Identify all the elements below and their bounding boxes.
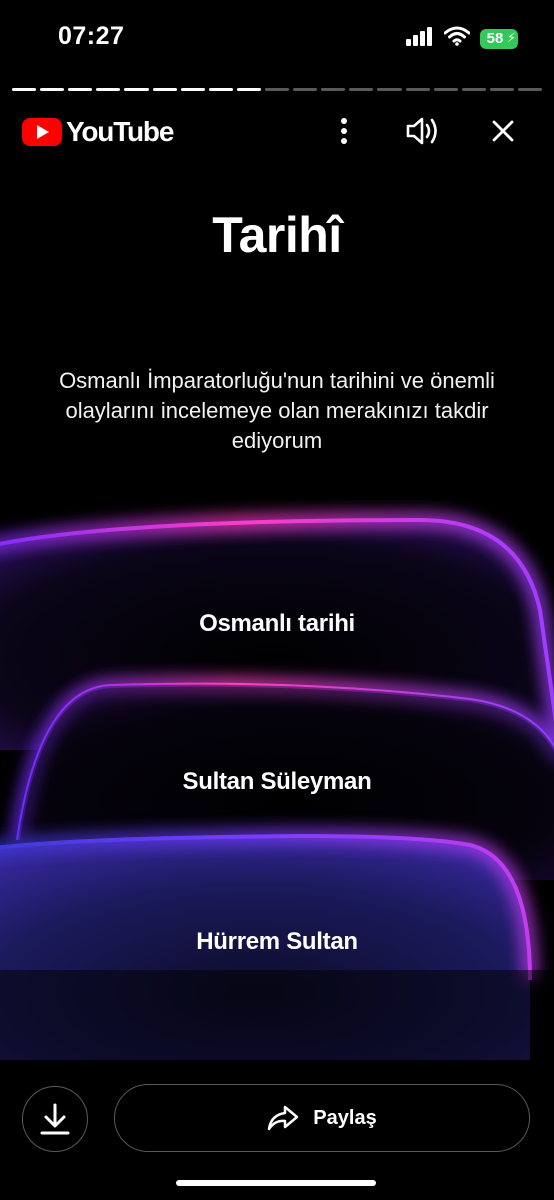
battery-charging-icon: 58 ⚡ (480, 28, 518, 49)
progress-segment (12, 88, 37, 91)
option-hurrem-sultan[interactable]: Hürrem Sultan (0, 928, 554, 956)
progress-segment (264, 88, 290, 91)
option-sultan-suleyman[interactable]: Sultan Süleyman (0, 768, 554, 796)
progress-segment (152, 88, 177, 91)
youtube-logo: YouTube (22, 116, 174, 148)
progress-segment (489, 88, 514, 91)
progress-segment (293, 88, 318, 91)
progress-segment (208, 88, 233, 91)
status-bar: 07:27 58 ⚡ (0, 0, 554, 76)
progress-segment (180, 88, 205, 91)
story-progress-bar (12, 88, 543, 91)
close-icon (492, 120, 514, 142)
share-label: Paylaş (313, 1106, 377, 1129)
more-options-button[interactable] (321, 108, 367, 154)
youtube-play-icon (22, 118, 62, 146)
close-button[interactable] (480, 108, 526, 154)
header: YouTube (0, 108, 554, 154)
page-title: Tarihî (212, 207, 342, 263)
option-cards: Osmanlı tarihi Sultan Süleyman Hürrem Su… (0, 500, 554, 1060)
download-button[interactable] (22, 1086, 88, 1152)
home-indicator[interactable] (176, 1180, 376, 1186)
share-button[interactable]: Paylaş (114, 1084, 530, 1152)
progress-segment (321, 88, 346, 91)
progress-segment (40, 88, 65, 91)
progress-segment (349, 88, 374, 91)
progress-segment (461, 88, 486, 91)
progress-segment (124, 88, 149, 91)
progress-segment (405, 88, 430, 91)
wifi-icon (443, 26, 471, 51)
progress-segment (377, 88, 402, 91)
battery-level: 58 (486, 30, 504, 47)
progress-segment (517, 88, 543, 91)
download-icon (40, 1103, 70, 1135)
charging-bolt-icon: ⚡ (506, 29, 516, 45)
volume-button[interactable] (400, 108, 446, 154)
option-osmanli-tarihi[interactable]: Osmanlı tarihi (0, 610, 554, 638)
progress-segment (433, 88, 458, 91)
progress-segment (96, 88, 121, 91)
more-vert-icon (341, 118, 347, 144)
youtube-wordmark: YouTube (66, 116, 174, 147)
progress-segment (68, 88, 93, 91)
volume-icon (406, 117, 437, 145)
cellular-signal-icon (406, 26, 434, 51)
progress-segment (236, 88, 261, 91)
description-text: Osmanlı İmparatorluğu'nun tarihini ve ön… (59, 368, 495, 453)
status-time: 07:27 (58, 22, 125, 50)
status-icons: 58 ⚡ (406, 26, 518, 51)
share-icon (268, 1105, 299, 1131)
